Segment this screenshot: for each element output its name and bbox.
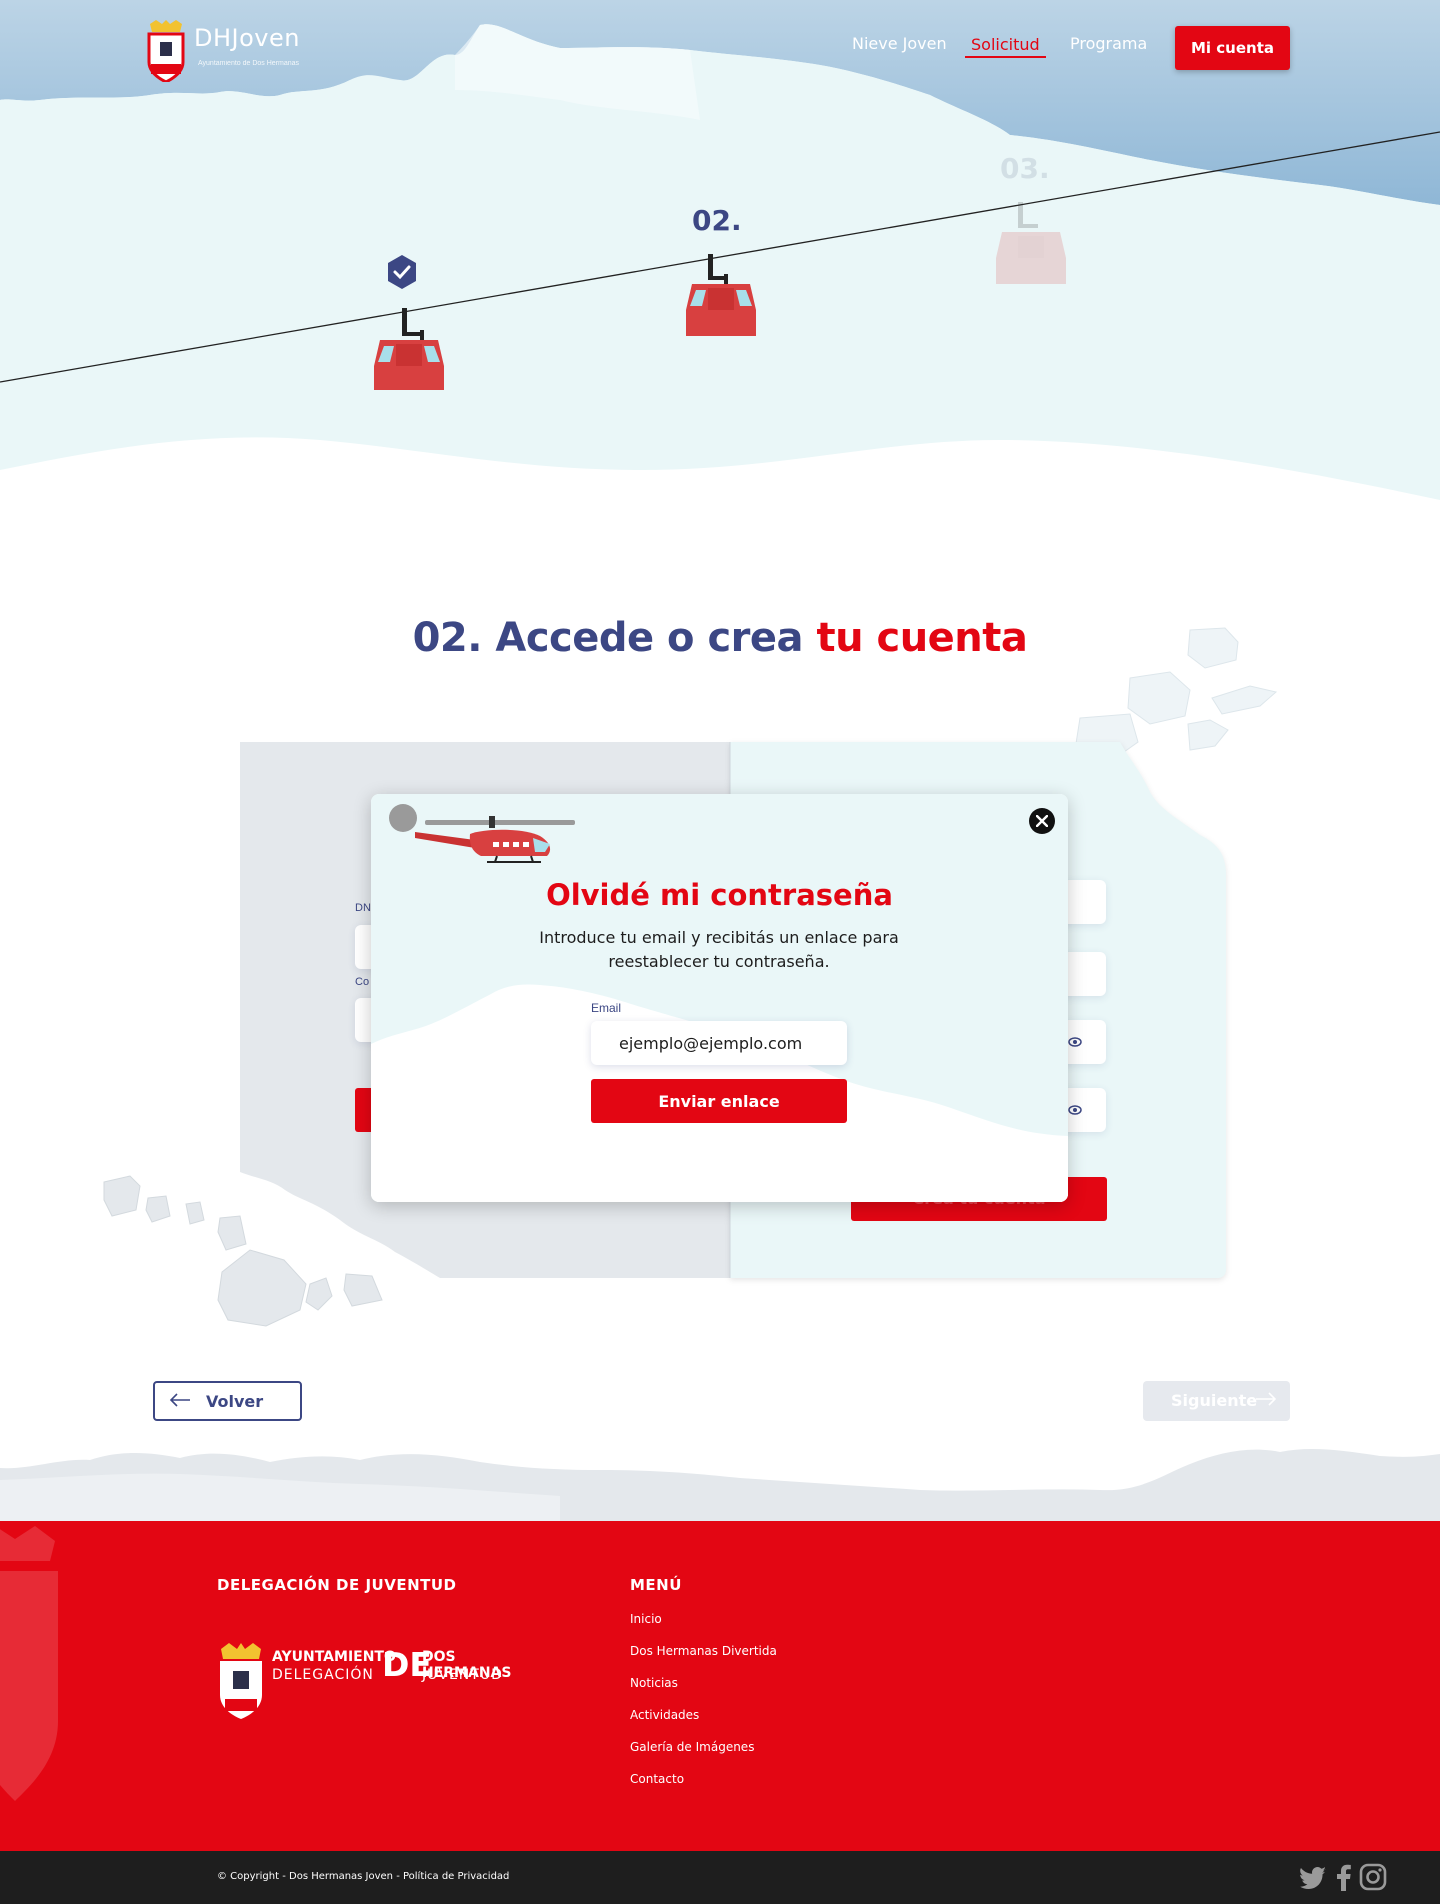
show-password-eye-icon[interactable]	[1068, 1037, 1082, 1047]
nav-programa[interactable]: Programa	[1070, 34, 1147, 53]
copyright-text: © Copyright - Dos Hermanas Joven - Polít…	[217, 1871, 510, 1882]
close-icon	[1036, 815, 1048, 827]
helicopter-icon	[389, 804, 575, 863]
footer-link-dos-hermanas-divertida[interactable]: Dos Hermanas Divertida	[630, 1644, 777, 1658]
modal-description: Introduce tu email y recibitás un enlace…	[539, 928, 899, 971]
close-modal-button[interactable]	[1029, 808, 1055, 834]
dni-label: DN	[355, 902, 371, 914]
footer-link-noticias[interactable]: Noticias	[630, 1676, 678, 1690]
arrow-right-icon	[1256, 1392, 1277, 1406]
next-button[interactable]: Siguiente	[1143, 1381, 1290, 1421]
brand-logo[interactable]: DHJoven Ayuntamiento de Dos Hermanas	[146, 20, 336, 82]
modal-title: Olvidé mi contraseña	[546, 878, 893, 912]
hero-banner: DHJoven Ayuntamiento de Dos Hermanas Nie…	[0, 0, 1440, 560]
email-input[interactable]	[591, 1021, 847, 1065]
send-link-button[interactable]: Enviar enlace	[591, 1079, 847, 1123]
footer-link-galeria[interactable]: Galería de Imágenes	[630, 1740, 754, 1754]
copyright-bar: © Copyright - Dos Hermanas Joven - Polít…	[0, 1851, 1440, 1904]
crest-icon	[147, 20, 185, 82]
code-label: Co	[355, 976, 370, 988]
forgot-password-modal: Olvidé mi contraseña Introduce tu email …	[371, 794, 1068, 1202]
footer-link-inicio[interactable]: Inicio	[630, 1612, 662, 1626]
gondola-step-2-icon	[686, 254, 756, 336]
arrow-left-icon	[169, 1393, 190, 1407]
facebook-icon[interactable]	[1330, 1863, 1358, 1891]
back-button[interactable]: Volver	[153, 1381, 302, 1421]
gondola-step-1-icon	[374, 308, 444, 390]
footer-logo-line1: AYUNTAMIENTO	[272, 1649, 396, 1665]
footer-crest-watermark-icon	[0, 1526, 58, 1801]
gondola-step-3-icon	[996, 202, 1066, 284]
footer-heading-menu: MENÚ	[630, 1576, 682, 1594]
my-account-button[interactable]: Mi cuenta	[1175, 26, 1290, 70]
brand-subtitle: Ayuntamiento de Dos Hermanas	[198, 60, 300, 67]
footer-mountains	[0, 1449, 1440, 1522]
back-button-label: Volver	[206, 1392, 264, 1411]
step-completed-check-icon	[388, 255, 416, 289]
footer: DELEGACIÓN DE JUVENTUD AYUNTAMIENTO DELE…	[0, 1521, 1440, 1851]
twitter-icon[interactable]	[1300, 1863, 1328, 1891]
brand-name: DHJoven	[194, 24, 300, 52]
footer-logo-line4: JUVENTUD	[422, 1667, 503, 1683]
footer-crest-icon	[220, 1643, 262, 1719]
footer-link-actividades[interactable]: Actividades	[630, 1708, 699, 1722]
footer-logo-line2: DELEGACIÓN	[272, 1667, 374, 1683]
show-repeat-password-eye-icon[interactable]	[1068, 1105, 1082, 1115]
footer-link-contacto[interactable]: Contacto	[630, 1772, 684, 1786]
email-label: Email	[591, 1001, 622, 1015]
footer-logo[interactable]: AYUNTAMIENTO DELEGACIÓN DE DOS HERMANAS …	[217, 1643, 537, 1723]
step-2-label: 02.	[692, 204, 742, 237]
step-3-label: 03.	[1000, 152, 1050, 185]
nav-solicitud[interactable]: Solicitud	[965, 35, 1046, 58]
instagram-icon[interactable]	[1359, 1863, 1387, 1891]
top-navigation: DHJoven Ayuntamiento de Dos Hermanas Nie…	[0, 0, 1440, 100]
footer-heading-delegacion: DELEGACIÓN DE JUVENTUD	[217, 1576, 457, 1594]
next-button-label: Siguiente	[1171, 1391, 1258, 1410]
nav-nieve-joven[interactable]: Nieve Joven	[852, 34, 947, 53]
